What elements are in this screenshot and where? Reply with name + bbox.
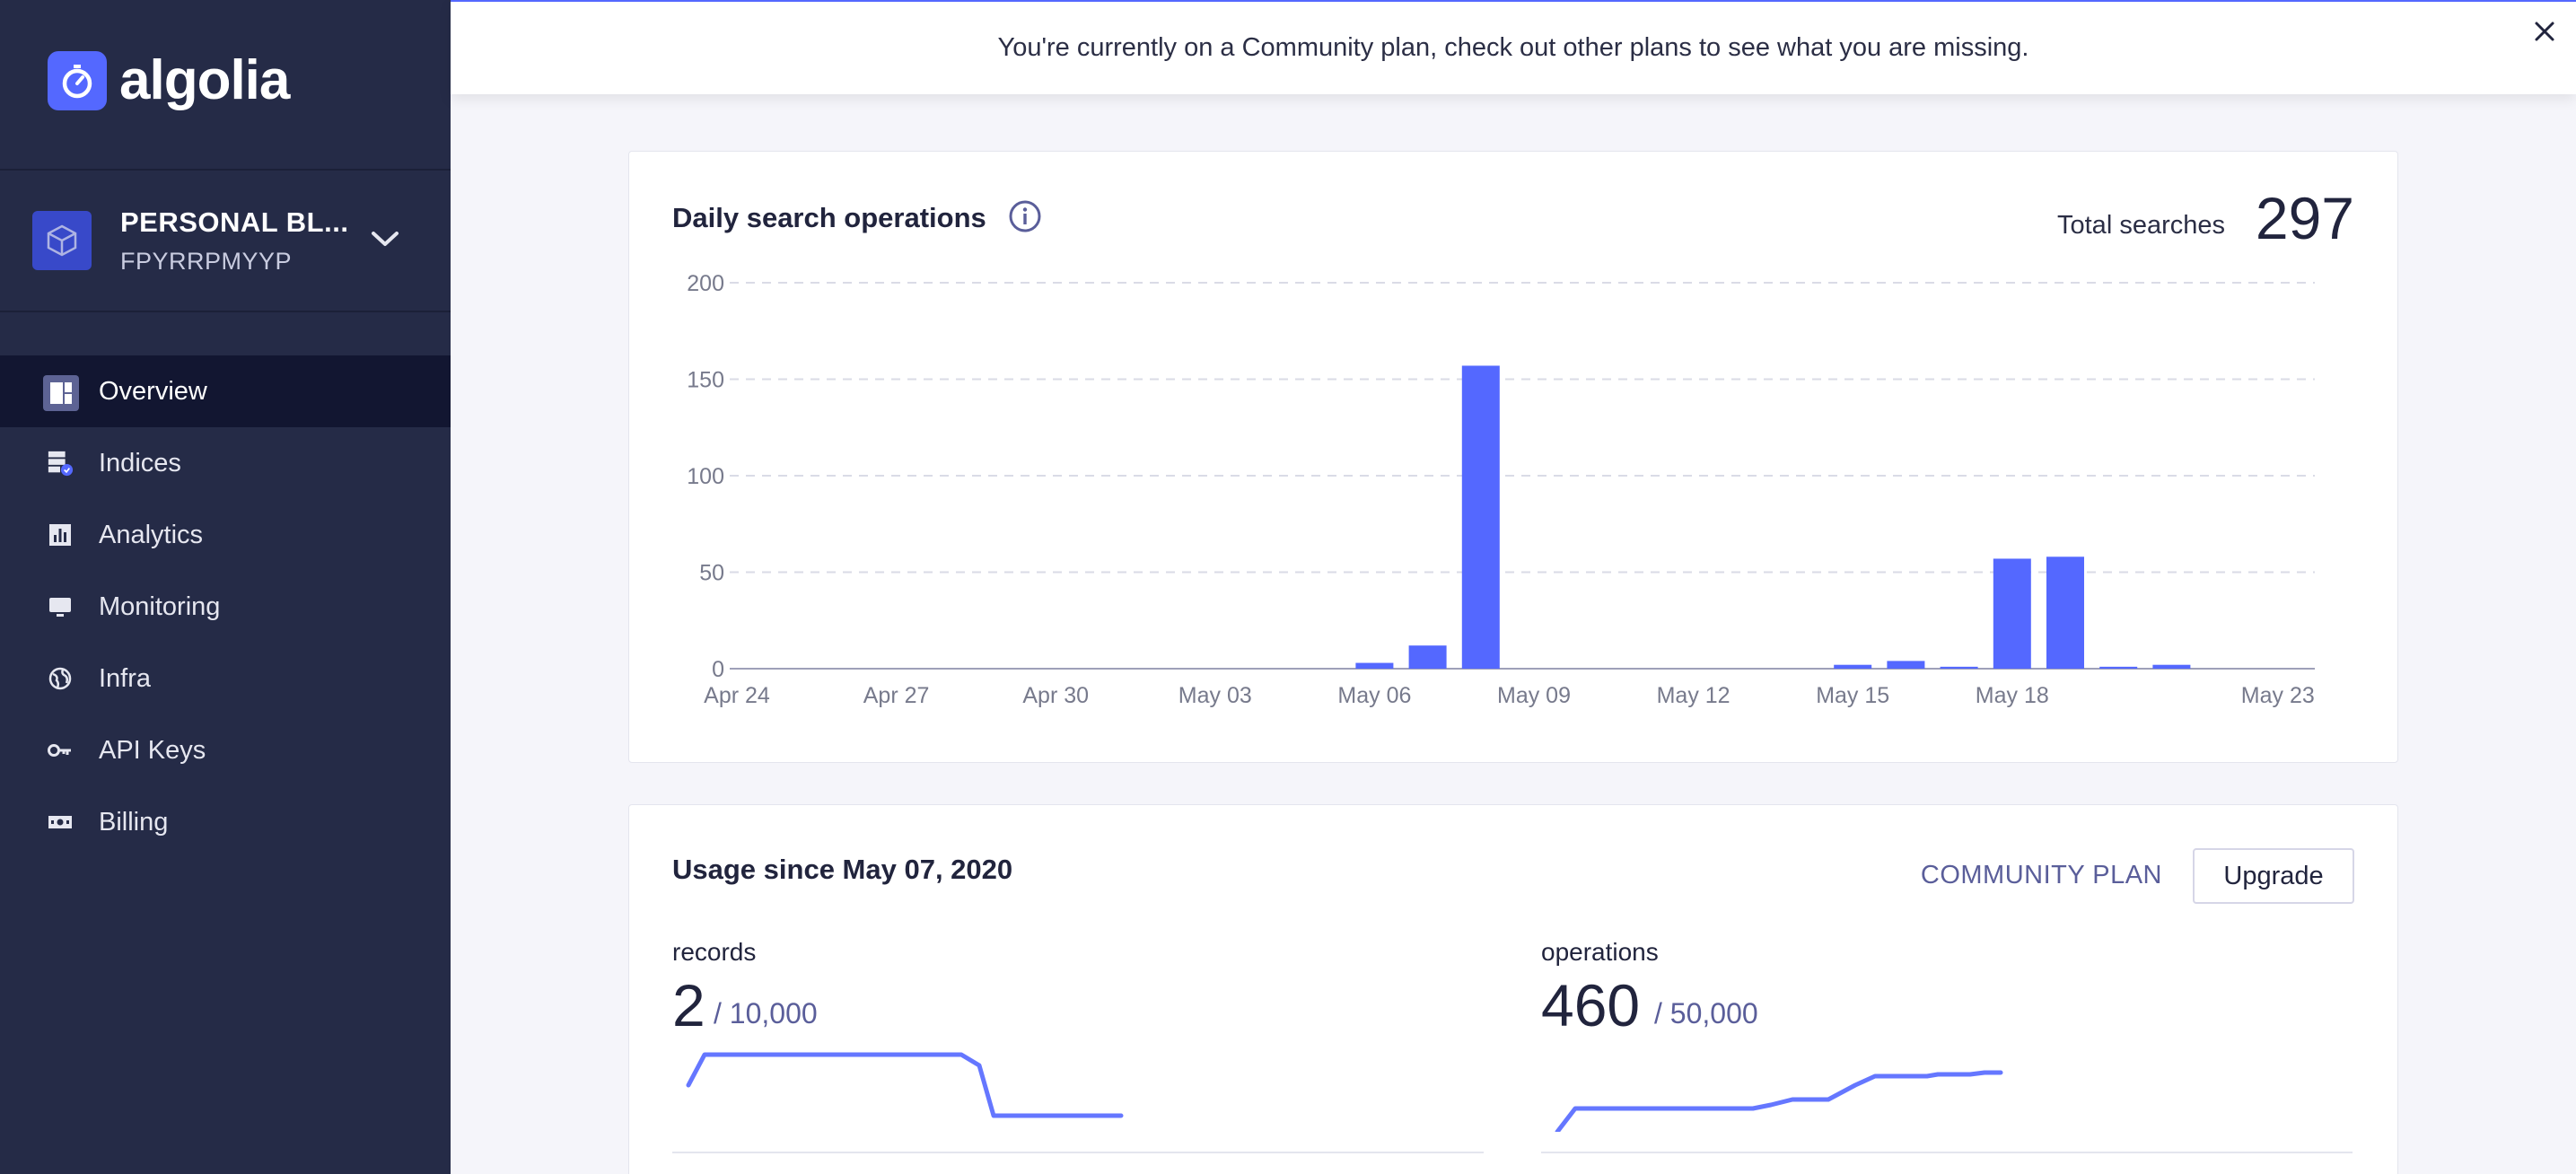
records-value: 2: [672, 972, 705, 1038]
sidebar-item-label: Indices: [99, 448, 181, 477]
y-tick-label: 150: [687, 368, 724, 393]
sidebar-item-label: Analytics: [99, 520, 204, 549]
sidebar-divider: [0, 169, 451, 171]
billing-icon: [47, 809, 74, 836]
y-tick-label: 0: [712, 657, 724, 682]
sidebar-item-label: Overview: [99, 376, 207, 406]
x-tick-label: May 18: [1976, 683, 2049, 708]
y-tick-label: 50: [699, 561, 724, 586]
x-tick-label: May 23: [2241, 683, 2315, 708]
sidebar-item-analytics[interactable]: Analytics: [0, 499, 451, 571]
analytics-icon: [47, 521, 74, 548]
sidebar-item-infra[interactable]: Infra: [0, 643, 451, 714]
sidebar-item-monitoring[interactable]: Monitoring: [0, 571, 451, 643]
operations-divider: [1541, 1152, 2353, 1153]
chart-bar: [1887, 661, 1925, 669]
chart-bar: [1355, 662, 1394, 669]
sidebar-item-api-keys[interactable]: API Keys: [0, 714, 451, 786]
sidebar-item-label: Infra: [99, 663, 152, 693]
sidebar-nav: Overview Indices Analytics Monitoring In…: [0, 355, 451, 858]
sidebar-item-overview[interactable]: Overview: [0, 355, 451, 427]
y-tick-label: 200: [687, 271, 724, 296]
x-tick-label: May 09: [1497, 683, 1571, 708]
app-cube-icon: [32, 211, 92, 270]
globe-icon: [47, 665, 74, 692]
records-divider: [672, 1152, 1484, 1153]
x-tick-label: May 06: [1337, 683, 1411, 708]
sidebar-item-label: Monitoring: [99, 591, 221, 621]
app-name[interactable]: PERSONAL BL...: [120, 206, 348, 239]
sidebar-item-label: Billing: [99, 807, 169, 837]
records-label: records: [672, 938, 757, 966]
upgrade-button[interactable]: Upgrade: [2193, 848, 2354, 904]
key-icon: [47, 737, 74, 764]
chart-bar: [1993, 558, 2031, 669]
x-tick-label: May 15: [1816, 683, 1889, 708]
x-tick-label: Apr 24: [704, 683, 770, 708]
x-tick-label: May 12: [1657, 683, 1730, 708]
chart-bar: [2046, 556, 2084, 669]
x-tick-label: Apr 30: [1022, 683, 1089, 708]
close-icon[interactable]: [2529, 16, 2560, 47]
chevron-down-icon[interactable]: [370, 229, 400, 253]
indices-icon: [47, 450, 74, 477]
daily-search-card: Daily search operations Total searches 2…: [628, 151, 2398, 763]
overview-icon: [43, 375, 79, 411]
x-tick-label: May 03: [1178, 683, 1252, 708]
usage-title: Usage since May 07, 2020: [672, 854, 1013, 885]
chart-bar: [1408, 645, 1447, 669]
sidebar-item-indices[interactable]: Indices: [0, 427, 451, 499]
operations-value: 460: [1541, 972, 1641, 1038]
app-id: FPYRRPMYYP: [120, 248, 293, 275]
banner-text: You're currently on a Community plan, ch…: [997, 33, 2029, 62]
operations-max: / 50,000: [1654, 997, 1758, 1029]
chart-bar: [1940, 666, 1978, 669]
x-tick-label: Apr 27: [863, 683, 930, 708]
operations-sparkline: [1555, 1070, 2003, 1132]
chart-bar: [2099, 666, 2138, 669]
sidebar: algolia PERSONAL BL... FPYRRPMYYP Overvi…: [0, 0, 451, 1174]
plan-label[interactable]: COMMUNITY PLAN: [1921, 861, 2162, 890]
y-tick-label: 100: [687, 464, 724, 489]
sidebar-item-billing[interactable]: Billing: [0, 786, 451, 858]
operations-label: operations: [1541, 938, 1659, 966]
daily-search-chart: 0 50 100 150 200 Apr 24 Apr 27 Apr 30 May 03 May …: [687, 271, 2315, 708]
plan-banner: You're currently on a Community plan, ch…: [451, 0, 2576, 94]
monitoring-icon: [47, 593, 74, 620]
chart-bar: [1834, 664, 1872, 669]
records-sparkline: [686, 1052, 1124, 1118]
chart-bar: [1461, 365, 1500, 669]
sidebar-divider: [0, 311, 451, 312]
stopwatch-icon: [48, 51, 107, 110]
chart-bar: [2152, 664, 2191, 669]
usage-card: Usage since May 07, 2020 COMMUNITY PLAN …: [628, 804, 2398, 1174]
brand-name: algolia: [119, 49, 290, 111]
records-max: / 10,000: [714, 997, 818, 1029]
algolia-logo[interactable]: algolia: [48, 49, 290, 111]
sidebar-item-label: API Keys: [99, 735, 206, 765]
